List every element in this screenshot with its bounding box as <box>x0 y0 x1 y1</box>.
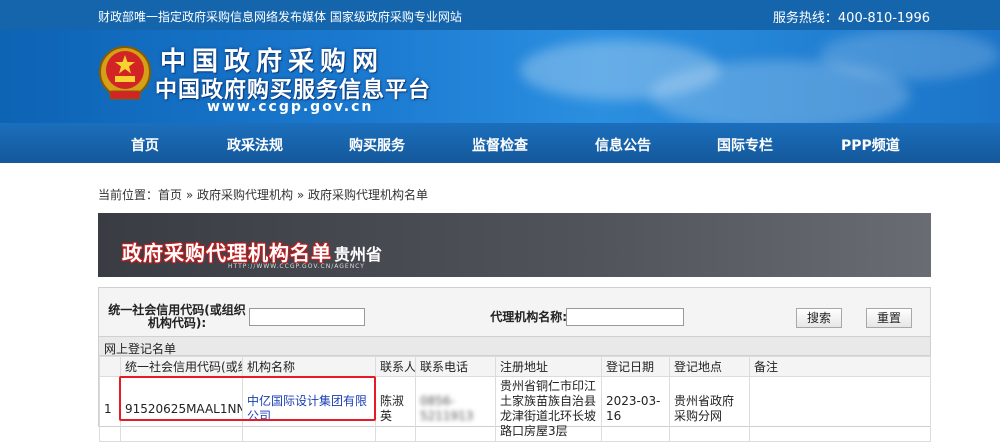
banner-cloud <box>820 30 1000 80</box>
column-header-date: 登记日期 <box>601 356 670 377</box>
column-header-place: 登记地点 <box>669 356 750 377</box>
row-place: 贵州省政府采购分网 <box>669 376 750 442</box>
agency-table: 统一社会信用代码(或组织 机构名称 联系人 联系电话 注册地址 登记日期 登记地… <box>99 356 931 442</box>
agency-name-label: 代理机构名称: <box>490 310 567 324</box>
search-form: 统一社会信用代码(或组织机构代码): 代理机构名称: 搜索 重置 <box>99 288 930 336</box>
column-header-code: 统一社会信用代码(或组织 <box>120 356 243 377</box>
nav-item-purchase-services[interactable]: 购买服务 <box>349 135 405 155</box>
list-banner-url: HTTP://WWW.CCGP.GOV.CN/AGENCY <box>228 263 365 270</box>
breadcrumb-prefix: 当前位置： <box>98 188 159 202</box>
row-agency-name: 中亿国际设计集团有限公司 <box>242 376 376 442</box>
breadcrumb-separator: » <box>293 188 309 202</box>
column-header-address: 注册地址 <box>495 356 602 377</box>
nav-item-international[interactable]: 国际专栏 <box>717 135 773 155</box>
list-banner: 政府采购代理机构名单 贵州省 HTTP://WWW.CCGP.GOV.CN/AG… <box>98 213 931 277</box>
service-hotline: 服务热线：400-810-1996 <box>772 11 930 26</box>
nav-item-announcements[interactable]: 信息公告 <box>595 135 651 155</box>
column-header-name: 机构名称 <box>242 356 376 377</box>
row-contact: 陈淑英 <box>375 376 416 442</box>
row-remark <box>749 376 931 442</box>
agency-name-link[interactable]: 中亿国际设计集团有限公司 <box>247 394 367 423</box>
phone-number: 0856-5211913 <box>420 394 474 423</box>
agency-name-input[interactable] <box>566 308 684 326</box>
column-header <box>99 356 121 377</box>
credit-code-input[interactable] <box>249 308 365 326</box>
breadcrumb-agencies[interactable]: 政府采购代理机构 <box>197 188 293 202</box>
row-address: 贵州省铜仁市印江土家族苗族自治县龙津街道北环长坡路口房屋3层 <box>495 376 602 442</box>
site-url: www.ccgp.gov.cn <box>207 99 374 115</box>
row-credit-code: 91520625MAAL1NNW0Q <box>120 376 243 442</box>
column-header-remark: 备注 <box>749 356 931 377</box>
breadcrumb: 当前位置：首页 » 政府采购代理机构 » 政府采购代理机构名单 <box>98 186 428 203</box>
table-row: 1 91520625MAAL1NNW0Q 中亿国际设计集团有限公司 陈淑英 08… <box>99 376 931 442</box>
breadcrumb-separator: » <box>182 188 198 202</box>
site-slogan: 财政部唯一指定政府采购信息网络发布媒体 国家级政府采购专业网站 <box>98 10 462 24</box>
section-title: 网上登记名单 <box>99 336 930 356</box>
search-button[interactable]: 搜索 <box>796 308 842 328</box>
row-date: 2023-03-16 <box>601 376 670 442</box>
table-header-row: 统一社会信用代码(或组织 机构名称 联系人 联系电话 注册地址 登记日期 登记地… <box>99 356 931 377</box>
agency-list-panel: 统一社会信用代码(或组织机构代码): 代理机构名称: 搜索 重置 网上登记名单 … <box>98 287 931 442</box>
province-label: 贵州省 <box>334 245 383 264</box>
list-title: 政府采购代理机构名单 <box>122 241 332 265</box>
main-nav: 首页 政采法规 购买服务 监督检查 信息公告 国际专栏 PPP频道 <box>0 123 1000 163</box>
row-index: 1 <box>99 376 121 442</box>
breadcrumb-current: 政府采购代理机构名单 <box>308 188 429 202</box>
nav-item-supervision[interactable]: 监督检查 <box>472 135 528 155</box>
row-phone: 0856-5211913 <box>415 376 496 442</box>
top-strip: 财政部唯一指定政府采购信息网络发布媒体 国家级政府采购专业网站 服务热线：400… <box>0 0 1000 30</box>
nav-item-regulations[interactable]: 政采法规 <box>227 135 283 155</box>
column-header-phone: 联系电话 <box>415 356 496 377</box>
reset-button[interactable]: 重置 <box>866 308 912 328</box>
nav-item-ppp[interactable]: PPP频道 <box>841 135 900 155</box>
code-field-label: 统一社会信用代码(或组织机构代码): <box>108 303 246 330</box>
national-emblem-icon <box>99 46 151 100</box>
nav-item-home[interactable]: 首页 <box>131 135 159 155</box>
breadcrumb-home[interactable]: 首页 <box>158 188 182 202</box>
column-header-contact: 联系人 <box>375 356 416 377</box>
